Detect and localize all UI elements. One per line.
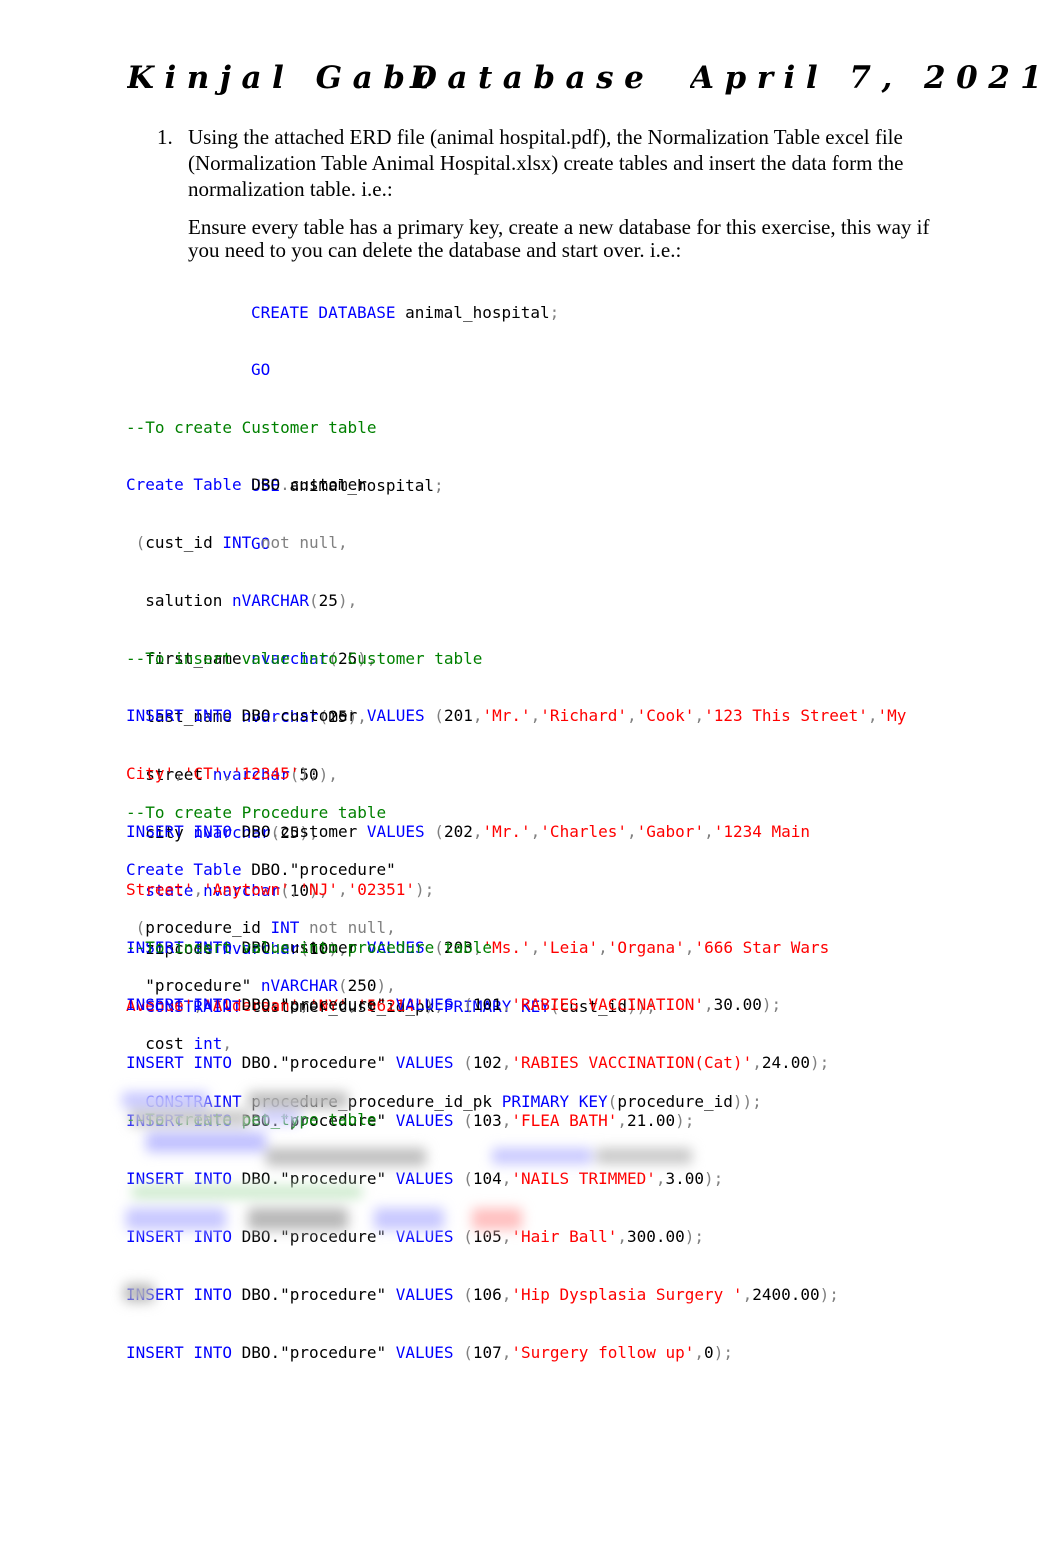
value-string: 'RABIES VACCINATION(Cat)': [511, 1053, 753, 1073]
instruction-paragraph-1: Using the attached ERD file (animal hosp…: [188, 124, 948, 202]
value-cost: 24.00: [761, 1053, 811, 1073]
value-string: 'Surgery follow up': [511, 1342, 695, 1362]
keyword: Create Table: [126, 860, 242, 880]
instruction-line: (Normalization Table Animal Hospital.xls…: [188, 151, 904, 175]
instruction-line: normalization table. i.e.:: [188, 177, 393, 201]
column-type: INT: [222, 533, 252, 553]
code-line: Create Table DBO.customer: [126, 475, 367, 495]
value-string: 'RABIES VACCINATION': [511, 995, 705, 1015]
keyword: GO: [251, 360, 271, 380]
code-comment: --To create Customer table: [126, 417, 377, 437]
column-name: cust_id: [145, 533, 213, 553]
code-line: INSERT INTO DBO."procedure" VALUES (107,…: [126, 1342, 733, 1362]
list-number: 1.: [157, 125, 173, 149]
code-line: INSERT INTO DBO."procedure" VALUES (102,…: [126, 1053, 830, 1073]
column-extra: not null: [260, 533, 338, 553]
value-cost: 30.00: [713, 995, 762, 1015]
value-string: 'Cook': [636, 706, 695, 726]
code-line: CREATE DATABASE animal_hospital;: [251, 302, 560, 322]
code-comment: --To insert value into procedure table: [126, 937, 493, 957]
header-date: April 7, 2021: [690, 60, 1053, 96]
value-string: 'Richard': [540, 706, 627, 726]
code-line: INSERT INTO DBO."procedure" VALUES (101,…: [126, 995, 782, 1015]
value-id: 107: [472, 1342, 502, 1362]
header-title: Database: [410, 60, 655, 96]
keyword: VALUES: [395, 995, 454, 1015]
document-page: Kinjal Gabor Database April 7, 2021 1. U…: [0, 0, 1062, 1556]
keyword: CREATE DATABASE: [251, 302, 396, 322]
value-string: 'My: [877, 706, 907, 726]
keyword: INSERT INTO: [126, 995, 232, 1015]
blurred-content-preview: [120, 1088, 840, 1328]
instruction-paragraph-2: Ensure every table has a primary key, cr…: [188, 216, 948, 262]
keyword: Create Table: [126, 475, 242, 495]
code-comment: --To create Procedure table: [126, 802, 387, 822]
code-line: Create Table DBO."procedure": [126, 860, 762, 879]
instruction-line: Using the attached ERD file (animal hosp…: [188, 125, 903, 149]
header-author: Kinjal Gabor: [127, 60, 427, 96]
column-size: 25: [318, 591, 338, 611]
identifier: DBO."procedure": [241, 1342, 387, 1362]
instruction-line: you need to you can delete the database …: [188, 238, 682, 262]
column-type: nVARCHAR: [231, 591, 310, 611]
value-string: 'Mr.': [482, 706, 531, 726]
identifier: DBO."procedure": [241, 995, 387, 1015]
identifier: customer: [289, 475, 367, 495]
keyword: INSERT INTO: [126, 706, 232, 726]
instruction-line: Ensure every table has a primary key, cr…: [188, 215, 930, 239]
value-string: '123 This Street': [704, 706, 868, 726]
keyword: INSERT INTO: [126, 1342, 232, 1362]
identifier: DBO."procedure": [251, 860, 396, 880]
keyword: VALUES: [366, 706, 425, 726]
keyword: VALUES: [395, 1053, 454, 1073]
identifier: DBO."procedure": [241, 1053, 387, 1073]
value-id: 101: [472, 995, 502, 1015]
code-comment: --To insert value into Customer table: [126, 648, 483, 668]
value-id: 102: [472, 1053, 502, 1073]
column-name: salution: [145, 591, 223, 611]
code-line: salution nVARCHAR(25),: [145, 591, 358, 611]
code-line: INSERT INTO DBO.customer VALUES (201,'Mr…: [126, 706, 907, 726]
code-line: (cust_id INT not null,: [126, 533, 348, 553]
identifier: animal_hospital: [405, 302, 550, 322]
keyword: INSERT INTO: [126, 1053, 232, 1073]
keyword: VALUES: [395, 1342, 454, 1362]
code-line: GO: [251, 360, 559, 379]
value-id: 201: [443, 706, 473, 726]
identifier: DBO: [251, 475, 281, 495]
value-cost: 0: [704, 1342, 714, 1362]
